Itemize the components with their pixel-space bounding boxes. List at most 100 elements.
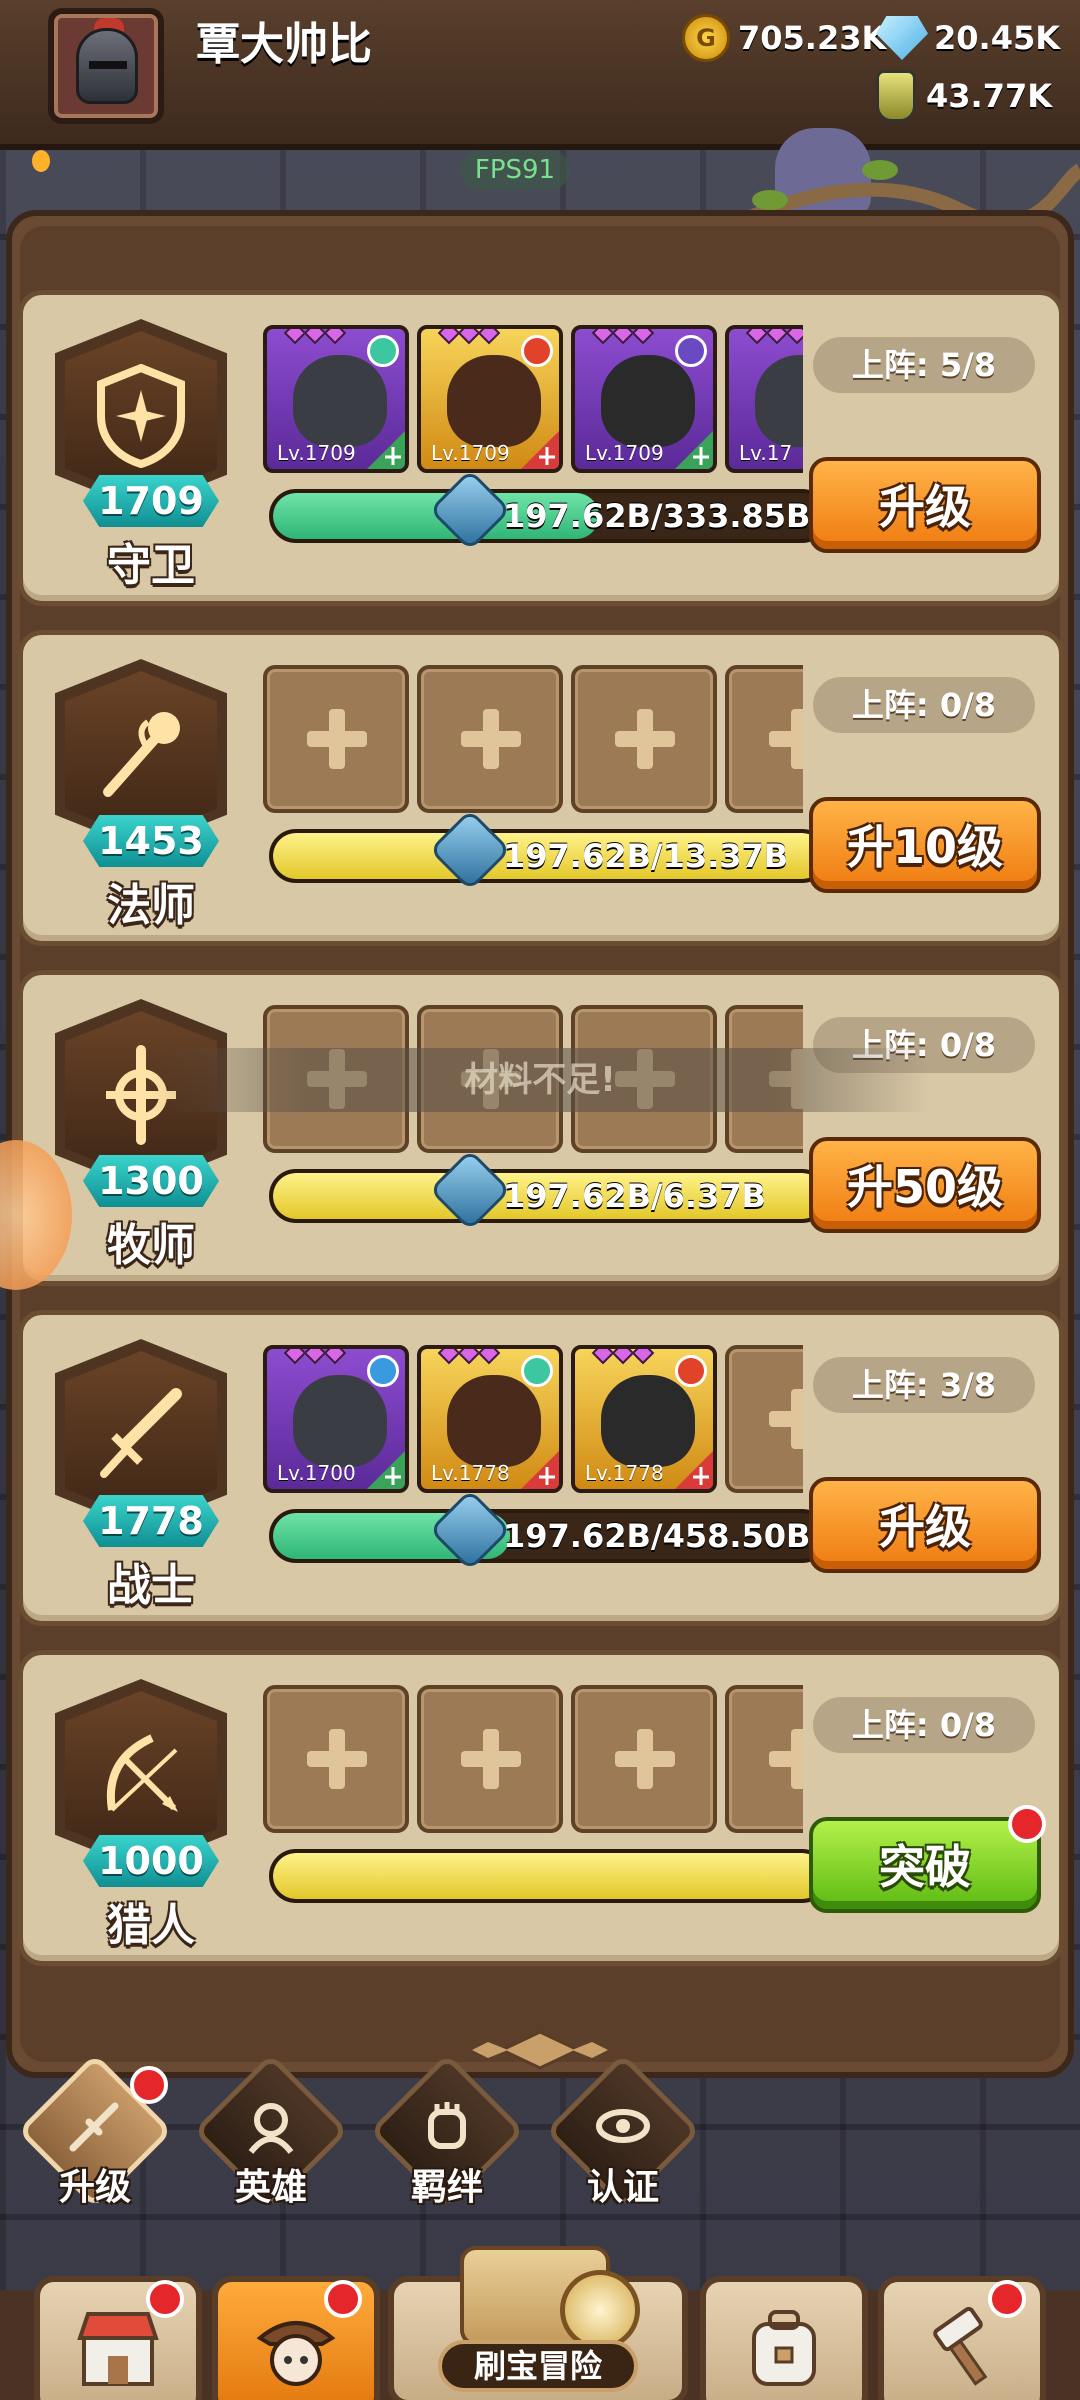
upgrade-button[interactable]: 升10级 xyxy=(809,797,1041,893)
fire-element-icon xyxy=(675,1355,707,1387)
hero-card[interactable]: Lv.17 xyxy=(725,325,803,473)
hero-slots xyxy=(263,665,803,815)
hero-stars xyxy=(437,1349,501,1365)
class-level-badge: 1778 xyxy=(83,1495,219,1547)
shop-stall-icon xyxy=(77,2312,159,2386)
empty-hero-slot[interactable] xyxy=(263,1685,409,1833)
upgrade-sword-icon xyxy=(69,2102,119,2152)
class-row: 1300 牧师 上阵: 0/8 197.62B/6.37B 升50级 xyxy=(18,970,1064,1286)
plus-icon xyxy=(461,709,521,769)
class-name: 猎人 xyxy=(107,1900,195,1951)
empty-hero-slot[interactable] xyxy=(263,665,409,813)
class-name: 法师 xyxy=(107,880,195,931)
shield-role-icon xyxy=(521,431,559,469)
empty-hero-slot[interactable] xyxy=(571,1685,717,1833)
empty-hero-slot[interactable] xyxy=(725,665,803,813)
hero-card[interactable]: Lv.1778 xyxy=(571,1345,717,1493)
upgrade-button[interactable]: 突破 xyxy=(809,1817,1041,1913)
hero-slots xyxy=(263,1685,803,1835)
hero-portrait-icon xyxy=(256,2321,336,2386)
hero-level: Lv.17 xyxy=(739,441,793,465)
top-header: 覃大帅比 G 705.23K 20.45K 43.77K xyxy=(0,0,1080,150)
class-row: 1453 法师 上阵: 0/8 197.62B/13.37B 升10级 xyxy=(18,630,1064,946)
hero-stars xyxy=(437,329,501,345)
deployed-count: 上阵: 5/8 xyxy=(813,337,1035,393)
heroes-badge xyxy=(324,2280,362,2318)
gem-resource[interactable]: 20.45K xyxy=(876,12,1060,64)
shield-role-icon xyxy=(367,431,405,469)
deployed-count: 上阵: 0/8 xyxy=(813,677,1035,733)
player-avatar[interactable] xyxy=(48,8,164,124)
backpack-icon xyxy=(752,2310,816,2386)
gold-resource[interactable]: G 705.23K xyxy=(682,12,886,64)
potion-amount: 43.77K xyxy=(926,77,1053,115)
upgrade-progress-bar: 197.62B/6.37B xyxy=(269,1169,829,1223)
dark-element-icon xyxy=(675,335,707,367)
sub-tab[interactable]: 认证 xyxy=(545,2053,701,2216)
upgrade-button[interactable]: 升级 xyxy=(809,457,1041,553)
hero-card[interactable]: Lv.1709 xyxy=(417,325,563,473)
progress-text: 197.62B/333.85B xyxy=(503,497,811,535)
empty-hero-slot[interactable] xyxy=(571,665,717,813)
shield-emblem-icon[interactable] xyxy=(65,331,217,499)
hero-level: Lv.1778 xyxy=(431,1461,510,1485)
compass-icon xyxy=(560,2270,640,2350)
hero-level: Lv.1709 xyxy=(431,441,510,465)
bond-fist-icon xyxy=(428,2102,466,2149)
progress-text: 197.62B/458.50B xyxy=(503,1517,811,1555)
plus-icon xyxy=(769,709,803,769)
hero-stars xyxy=(591,1349,655,1365)
potion-resource[interactable]: 43.77K xyxy=(876,70,1052,122)
empty-hero-slot[interactable] xyxy=(725,1685,803,1833)
upgrade-button[interactable]: 升50级 xyxy=(809,1137,1041,1233)
hero-card[interactable]: Lv.1778 xyxy=(417,1345,563,1493)
forge-badge xyxy=(988,2280,1026,2318)
hammer-tools-icon xyxy=(933,2306,988,2386)
gold-coin-icon: G xyxy=(682,14,730,62)
shop-badge xyxy=(146,2280,184,2318)
hero-level: Lv.1709 xyxy=(277,441,356,465)
nav-bag[interactable] xyxy=(700,2276,868,2400)
hero-level: Lv.1778 xyxy=(585,1461,664,1485)
hero-stars xyxy=(283,1349,347,1365)
class-name: 守卫 xyxy=(107,540,195,591)
class-level-badge: 1709 xyxy=(83,475,219,527)
hero-card[interactable]: Lv.1709 xyxy=(571,325,717,473)
wind-element-icon xyxy=(367,335,399,367)
gold-amount: 705.23K xyxy=(738,19,887,57)
hero-icon xyxy=(248,2103,294,2154)
class-level-badge: 1300 xyxy=(83,1155,219,1207)
empty-hero-slot[interactable] xyxy=(417,1685,563,1833)
toast-message: 材料不足! xyxy=(150,1048,930,1112)
deployed-count: 上阵: 0/8 xyxy=(813,1697,1035,1753)
sub-tab[interactable]: 升级 xyxy=(17,2053,173,2216)
upgrade-progress-bar: 197.62B/333.85B xyxy=(269,489,829,543)
potion-bottle-icon xyxy=(876,70,916,122)
sub-tab[interactable]: 英雄 xyxy=(193,2053,349,2216)
wind-element-icon xyxy=(521,1355,553,1387)
bow-emblem-icon[interactable] xyxy=(65,1691,217,1859)
hero-card[interactable]: Lv.1709 xyxy=(263,325,409,473)
staff-emblem-icon[interactable] xyxy=(65,671,217,839)
hero-slots: Lv.1700 Lv.1778 Lv.1778 xyxy=(263,1345,803,1495)
sword-emblem-icon[interactable] xyxy=(65,1351,217,1519)
blue-gem-icon xyxy=(876,16,928,60)
eye-icon xyxy=(596,2109,650,2143)
empty-hero-slot[interactable] xyxy=(725,1345,803,1493)
empty-hero-slot[interactable] xyxy=(417,665,563,813)
plus-icon xyxy=(461,1729,521,1789)
hero-card[interactable]: Lv.1700 xyxy=(263,1345,409,1493)
class-name: 牧师 xyxy=(107,1220,195,1271)
upgrade-button[interactable]: 升级 xyxy=(809,1477,1041,1573)
progress-text: 197.62B/13.37B xyxy=(503,837,789,875)
plus-icon xyxy=(769,1389,803,1449)
fps-counter: FPS91 xyxy=(460,150,570,190)
sub-tab[interactable]: 羁绊 xyxy=(369,2053,525,2216)
upgrade-progress-bar xyxy=(269,1849,829,1903)
class-row: 1778 战士 Lv.1700 Lv.1778 Lv.1778 上阵: 3/8 197.62… xyxy=(18,1310,1064,1626)
class-level-badge: 1453 xyxy=(83,815,219,867)
upgrade-progress-bar: 197.62B/13.37B xyxy=(269,829,829,883)
adventure-label: 刷宝冒险 xyxy=(438,2340,638,2392)
progress-text: 197.62B/6.37B xyxy=(503,1177,766,1215)
sub-tab-label: 羁绊 xyxy=(410,2167,483,2208)
